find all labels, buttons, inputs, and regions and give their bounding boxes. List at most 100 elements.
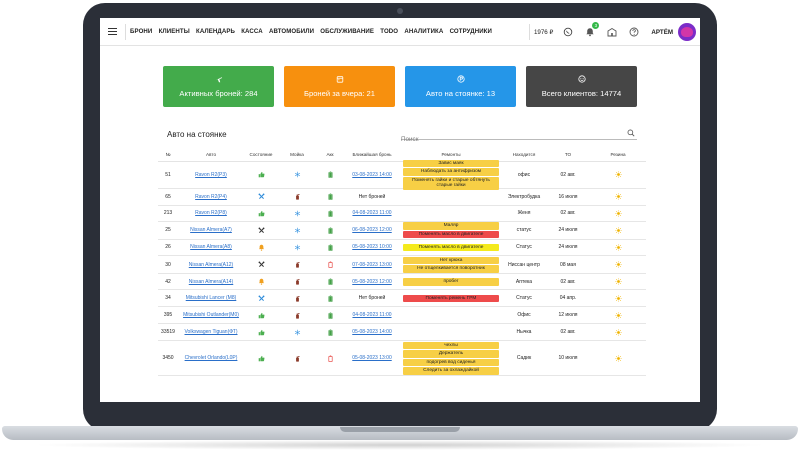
car-link[interactable]: Ravon R2(P8) bbox=[195, 210, 227, 216]
spray-bottle-icon[interactable] bbox=[294, 278, 301, 286]
column-header[interactable]: Авто bbox=[178, 152, 244, 157]
repair-tag[interactable]: Не отщелкивается поворотник bbox=[403, 265, 499, 273]
alert-bell-icon[interactable] bbox=[258, 244, 265, 251]
sun-icon[interactable] bbox=[614, 295, 622, 302]
search-icon[interactable] bbox=[627, 129, 635, 137]
thumbs-up-icon[interactable] bbox=[258, 355, 265, 362]
bell-icon[interactable]: 3 bbox=[585, 22, 600, 37]
repair-tag[interactable]: Завис маяк bbox=[403, 159, 499, 168]
car-link[interactable]: Ravon R2(P4) bbox=[195, 194, 227, 200]
battery-icon[interactable] bbox=[327, 261, 334, 269]
booking-link[interactable]: 05-08-2023 13:00 bbox=[352, 355, 391, 361]
help-icon[interactable] bbox=[629, 27, 639, 37]
car-link[interactable]: Nissan Almera(A7) bbox=[190, 227, 232, 233]
whatsapp-icon[interactable] bbox=[563, 27, 573, 37]
column-header[interactable]: Резина bbox=[590, 152, 646, 157]
spray-bottle-icon[interactable] bbox=[294, 355, 301, 362]
spray-bottle-icon[interactable] bbox=[294, 261, 301, 268]
car-link[interactable]: Nissan Almera(A8) bbox=[190, 244, 232, 250]
table-row[interactable]: 213 Ravon R2(P8) 04-08-2023 11:00 Женя 02 ав… bbox=[158, 206, 646, 222]
thumbs-up-icon[interactable] bbox=[258, 171, 265, 178]
repair-tag[interactable]: чехлы bbox=[403, 341, 499, 350]
tools-blocked-icon[interactable] bbox=[258, 295, 265, 302]
table-row[interactable]: 33519 Volkswagen Tiguan(ФТ) 05-08-2023 14:… bbox=[158, 324, 646, 342]
battery-icon[interactable] bbox=[327, 227, 334, 234]
tools-icon[interactable] bbox=[258, 227, 265, 234]
thumbs-up-icon[interactable] bbox=[258, 312, 265, 319]
nav-item-todo[interactable]: TODO bbox=[380, 28, 398, 35]
booking-link[interactable]: 05-08-2023 12:00 bbox=[352, 279, 391, 285]
thumbs-up-icon[interactable] bbox=[258, 210, 265, 217]
snowflake-icon[interactable] bbox=[294, 244, 301, 251]
stat-card-active-bookings[interactable]: Активных броней: 284 bbox=[163, 66, 274, 107]
car-link[interactable]: Nissan Almera(A12) bbox=[189, 262, 233, 268]
sun-icon[interactable] bbox=[614, 171, 622, 178]
booking-link[interactable]: 05-08-2023 14:00 bbox=[352, 329, 391, 335]
menu-icon[interactable] bbox=[108, 27, 117, 36]
booking-link[interactable]: 05-08-2023 10:00 bbox=[352, 244, 391, 250]
column-header[interactable]: Ближайшая бронь bbox=[344, 152, 400, 157]
alert-bell-icon[interactable] bbox=[258, 278, 265, 286]
table-row[interactable]: 3450 Chevrolet Orlando(L0P) 05-08-2023 13:… bbox=[158, 341, 646, 377]
car-link[interactable]: Volkswagen Tiguan(ФТ) bbox=[185, 329, 238, 335]
nav-item-cars[interactable]: АВТОМОБИЛИ bbox=[269, 28, 314, 35]
nav-item-clients[interactable]: КЛИЕНТЫ bbox=[159, 28, 190, 35]
table-row[interactable]: 34 Mitsubishi Lancer (M8) Нет броней Поменя… bbox=[158, 290, 646, 308]
sun-icon[interactable] bbox=[614, 355, 622, 362]
battery-icon[interactable] bbox=[327, 312, 334, 319]
table-row[interactable]: 65 Ravon R2(P4) Нет броней Электробудка 16 и… bbox=[158, 189, 646, 206]
booking-link[interactable]: 07-08-2023 13:00 bbox=[352, 262, 391, 268]
sun-icon[interactable] bbox=[614, 193, 622, 200]
user-name[interactable]: АРТЁМ bbox=[651, 29, 673, 36]
battery-icon[interactable] bbox=[327, 171, 334, 179]
column-header[interactable]: ТО bbox=[546, 152, 590, 157]
nav-item-analytics[interactable]: АНАЛИТИКА bbox=[404, 28, 443, 35]
repair-tag[interactable]: Поменять масло в двигателе bbox=[403, 230, 499, 239]
stat-card-yesterday-bookings[interactable]: Броней за вчера: 21 bbox=[284, 66, 395, 107]
booking-link[interactable]: 03-08-2023 14:00 bbox=[352, 172, 391, 178]
tools-icon[interactable] bbox=[258, 261, 265, 268]
car-link[interactable]: Nissan Almera(A14) bbox=[189, 279, 233, 285]
stat-card-parked-cars[interactable]: Авто на стоянке: 13 bbox=[405, 66, 516, 107]
snowflake-icon[interactable] bbox=[294, 227, 301, 234]
snowflake-icon[interactable] bbox=[294, 329, 301, 336]
spray-bottle-icon[interactable] bbox=[294, 193, 301, 200]
nav-item-staff[interactable]: СОТРУДНИКИ bbox=[450, 28, 492, 35]
column-header[interactable]: № bbox=[158, 152, 178, 157]
nav-item-calendar[interactable]: КАЛЕНДАРЬ bbox=[196, 28, 235, 35]
sun-icon[interactable] bbox=[614, 261, 622, 268]
repair-tag[interactable]: Нет крюка bbox=[403, 256, 499, 265]
avatar[interactable] bbox=[678, 23, 696, 41]
sun-icon[interactable] bbox=[614, 209, 622, 217]
booking-link[interactable]: 04-08-2023 11:00 bbox=[352, 210, 391, 216]
table-row[interactable]: 51 Ravon R2(P3) 03-08-2023 14:00 Завис маяк… bbox=[158, 159, 646, 190]
repair-tag[interactable]: Маляр bbox=[403, 222, 499, 230]
repair-tag[interactable]: Поменять масло в двигателе bbox=[403, 243, 499, 252]
snowflake-icon[interactable] bbox=[294, 171, 301, 178]
column-header[interactable]: Состояние bbox=[244, 152, 278, 157]
column-header[interactable]: Ремонты bbox=[400, 151, 502, 158]
thumbs-up-icon[interactable] bbox=[258, 329, 265, 336]
car-link[interactable]: Chevrolet Orlando(L0P) bbox=[185, 355, 238, 361]
repair-tag[interactable]: Поменять ремень ГРМ bbox=[403, 294, 499, 303]
car-link[interactable]: Mitsubishi Lancer (M8) bbox=[186, 295, 237, 301]
car-link[interactable]: Mitsubishi Outlander(M0) bbox=[183, 312, 239, 318]
repair-tag[interactable]: подогрев вод сиденья bbox=[403, 358, 499, 367]
column-header[interactable]: Мойка bbox=[278, 152, 316, 157]
sun-icon[interactable] bbox=[614, 278, 622, 286]
table-row[interactable]: 30 Nissan Almera(A12) 07-08-2023 13:00 Нет … bbox=[158, 256, 646, 275]
column-header[interactable]: Находится bbox=[502, 152, 546, 157]
booking-link[interactable]: 06-08-2023 12:00 bbox=[352, 227, 391, 233]
sun-icon[interactable] bbox=[614, 312, 622, 319]
nav-item-service[interactable]: ОБСЛУЖИВАНИЕ bbox=[320, 28, 374, 35]
repair-tag[interactable]: Наблюдать за антифризом bbox=[403, 168, 499, 176]
table-row[interactable]: 395 Mitsubishi Outlander(M0) 04-08-2023 11… bbox=[158, 307, 646, 325]
sun-icon[interactable] bbox=[614, 244, 622, 251]
repair-tag[interactable]: Держатель bbox=[403, 350, 499, 358]
table-row[interactable]: 25 Nissan Almera(A7) 06-08-2023 12:00 Маляр… bbox=[158, 222, 646, 240]
battery-icon[interactable] bbox=[327, 210, 334, 217]
snowflake-icon[interactable] bbox=[294, 210, 301, 217]
table-row[interactable]: 26 Nissan Almera(A8) 05-08-2023 10:00 Помен… bbox=[158, 240, 646, 256]
battery-icon[interactable] bbox=[327, 278, 334, 286]
table-row[interactable]: 42 Nissan Almera(A14) 05-08-2023 12:00 проб… bbox=[158, 274, 646, 291]
